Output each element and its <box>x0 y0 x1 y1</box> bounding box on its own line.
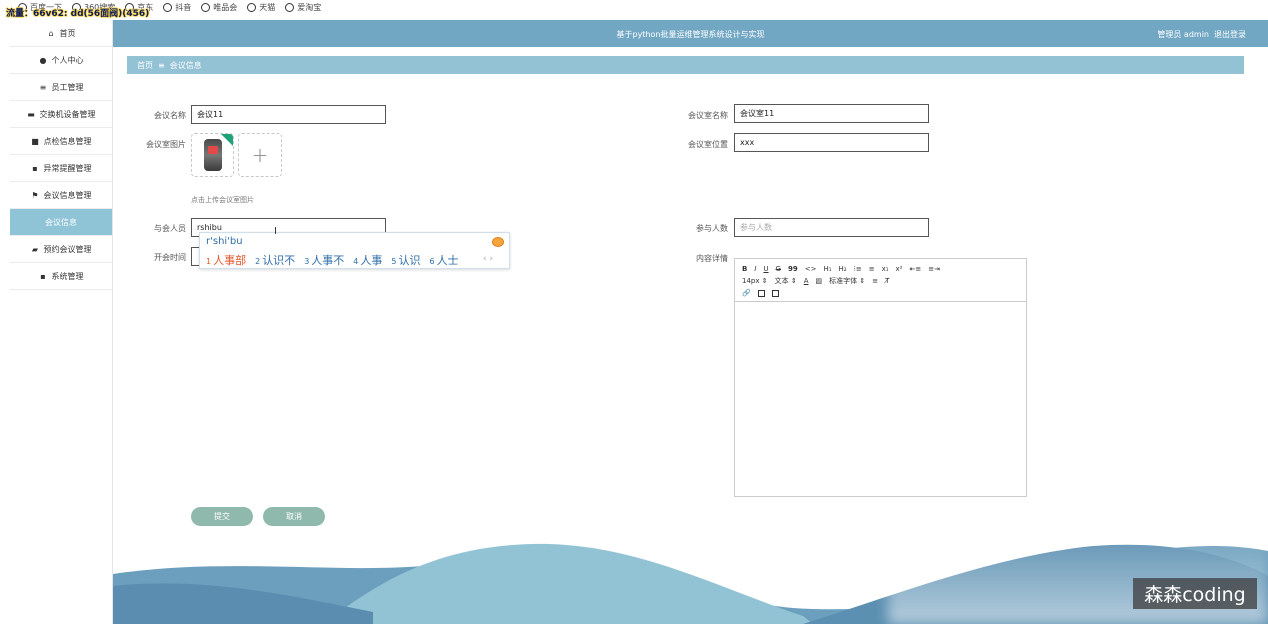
indent-button[interactable]: ≡⇥ <box>928 265 940 273</box>
participant-count-label: 参与人数 <box>696 224 728 233</box>
remove-image-badge[interactable] <box>221 134 233 146</box>
ordered-list-button[interactable]: ⁝≡ <box>854 265 862 273</box>
current-user: 管理员 admin <box>1157 30 1209 39</box>
device-image <box>204 139 222 171</box>
bookmarks-bar: 百度一下 360搜索 京东 抖音 唯品会 天猫 爱淘宝 <box>0 0 1268 14</box>
list-icon: ≡ <box>39 82 47 92</box>
detail-label: 内容详情 <box>696 254 728 263</box>
sidebar-item-profile[interactable]: ● 个人中心 <box>10 47 112 74</box>
meeting-name-label: 会议名称 <box>154 111 186 120</box>
underline-button[interactable]: U <box>763 265 768 273</box>
room-name-input[interactable] <box>734 104 929 123</box>
sidebar: ⌂ 首页 ● 个人中心 ≡ 员工管理 ▬ 交换机设备管理 ■ 点检信息管理 ▪ 异常提醒管理… <box>10 20 113 624</box>
rich-text-editor[interactable]: B I U G 99 <> H₁ H₂ ⁝≡ ≡ x₁ x² ⇤≡ ≡⇥ 14p… <box>734 258 1027 497</box>
sidebar-item-meeting-info[interactable]: 会议信息 <box>10 209 112 236</box>
font-size-select[interactable]: 14px ⇕ <box>742 277 768 285</box>
ime-page-arrows[interactable]: ‹ › <box>483 254 493 264</box>
link-icon[interactable]: 🔗 <box>742 289 751 297</box>
font-family-select[interactable]: 标准字体 ⇕ <box>829 276 865 286</box>
globe-icon <box>247 2 257 12</box>
breadcrumb: 首页 ≡ 会议信息 <box>127 56 1244 74</box>
globe-icon <box>163 2 173 12</box>
watermark: 森森coding <box>1133 578 1257 609</box>
ime-candidate[interactable]: 3 人事不 <box>304 252 344 268</box>
ime-candidate[interactable]: 4 人事 <box>353 252 382 268</box>
top-header: 基于python批量运维管理系统设计与实现 管理员 admin 退出登录 <box>113 20 1268 47</box>
upload-hint: 点击上传会议室图片 <box>191 196 254 204</box>
ime-candidate[interactable]: 2 认识不 <box>255 252 295 268</box>
blur-overlay <box>888 528 1268 624</box>
participant-count-input[interactable] <box>734 218 929 237</box>
subscript-button[interactable]: x₁ <box>882 265 889 273</box>
room-image-thumbnail[interactable] <box>191 133 234 177</box>
bold-button[interactable]: B <box>742 265 747 273</box>
breadcrumb-separator: ≡ <box>158 60 165 70</box>
sidebar-item-system[interactable]: ▪ 系统管理 <box>10 263 112 290</box>
overlay-label: 流量：66v62: dd(56面阀)(456) <box>6 9 150 19</box>
background-color-button[interactable]: ▨ <box>815 277 822 285</box>
grid-icon: ▪ <box>32 163 38 173</box>
clear-format-button[interactable]: T̸ <box>885 277 889 285</box>
superscript-button[interactable]: x² <box>896 265 903 273</box>
upload-add-button[interactable]: + <box>238 133 282 177</box>
attendees-label: 与会人员 <box>154 224 186 233</box>
sidebar-item-inspection[interactable]: ■ 点检信息管理 <box>10 128 112 155</box>
sidebar-item-meeting-mgmt[interactable]: ⚑ 会议信息管理 <box>10 182 112 209</box>
sidebar-item-staff[interactable]: ≡ 员工管理 <box>10 74 112 101</box>
code-button[interactable]: <> <box>805 265 817 273</box>
font-color-button[interactable]: A <box>804 277 809 285</box>
globe-icon <box>201 2 211 12</box>
h1-button[interactable]: H₁ <box>823 265 831 273</box>
bookmark-aitaobao[interactable]: 爱淘宝 <box>285 2 321 13</box>
ime-candidate[interactable]: 5 认识 <box>391 252 420 268</box>
sidebar-item-alerts[interactable]: ▪ 异常提醒管理 <box>10 155 112 182</box>
video-icon[interactable] <box>771 289 779 297</box>
sidebar-item-booking[interactable]: ▰ 预约会议管理 <box>10 236 112 263</box>
editor-toolbar: B I U G 99 <> H₁ H₂ ⁝≡ ≡ x₁ x² ⇤≡ ≡⇥ 14p… <box>735 259 1026 302</box>
breadcrumb-current: 会议信息 <box>169 60 202 70</box>
room-location-label: 会议室位置 <box>688 140 728 149</box>
quote-button[interactable]: 99 <box>788 265 798 273</box>
briefcase-icon: ▬ <box>27 109 35 119</box>
room-name-label: 会议室名称 <box>688 111 728 120</box>
globe-icon <box>285 2 295 12</box>
bookmark-douyin[interactable]: 抖音 <box>163 2 191 13</box>
camera-icon: ■ <box>31 136 39 146</box>
bookmark-vip[interactable]: 唯品会 <box>201 2 237 13</box>
room-image-label: 会议室图片 <box>146 140 186 149</box>
text-cursor-icon: I <box>274 226 277 237</box>
folder-icon: ▰ <box>31 244 39 254</box>
ime-logo-icon <box>492 237 504 247</box>
room-location-input[interactable] <box>734 133 929 152</box>
breadcrumb-home[interactable]: 首页 <box>137 60 153 71</box>
grid-icon: ▪ <box>40 271 46 281</box>
bullet-list-button[interactable]: ≡ <box>869 265 875 273</box>
sidebar-item-home[interactable]: ⌂ 首页 <box>10 20 112 47</box>
text-style-select[interactable]: 文本 ⇕ <box>775 276 797 286</box>
meeting-time-label: 开会时间 <box>154 253 186 262</box>
meeting-name-input[interactable] <box>191 105 386 124</box>
outdent-button[interactable]: ⇤≡ <box>910 265 922 273</box>
ime-candidate[interactable]: 1 人事部 <box>206 252 246 268</box>
italic-button[interactable]: I <box>754 265 756 273</box>
ime-pinyin: r'shi'bu <box>206 236 243 247</box>
strike-button[interactable]: G <box>776 265 781 273</box>
align-button[interactable]: ≡ <box>872 277 878 285</box>
flag-icon: ⚑ <box>31 190 39 200</box>
user-icon: ● <box>39 55 47 65</box>
ime-candidate-popup: r'shi'bu 1 人事部 2 认识不 3 人事不 4 人事 5 认识 6 人士 ‹ › <box>199 232 510 269</box>
logout-link[interactable]: 退出登录 <box>1214 29 1246 40</box>
ime-candidate[interactable]: 6 人士 <box>429 252 458 268</box>
h2-button[interactable]: H₂ <box>839 265 847 273</box>
page-title: 基于python批量运维管理系统设计与实现 <box>616 30 765 39</box>
home-icon: ⌂ <box>48 28 54 38</box>
bookmark-tmall[interactable]: 天猫 <box>247 2 275 13</box>
sidebar-item-switch-devices[interactable]: ▬ 交换机设备管理 <box>10 101 112 128</box>
image-icon[interactable] <box>757 289 765 297</box>
